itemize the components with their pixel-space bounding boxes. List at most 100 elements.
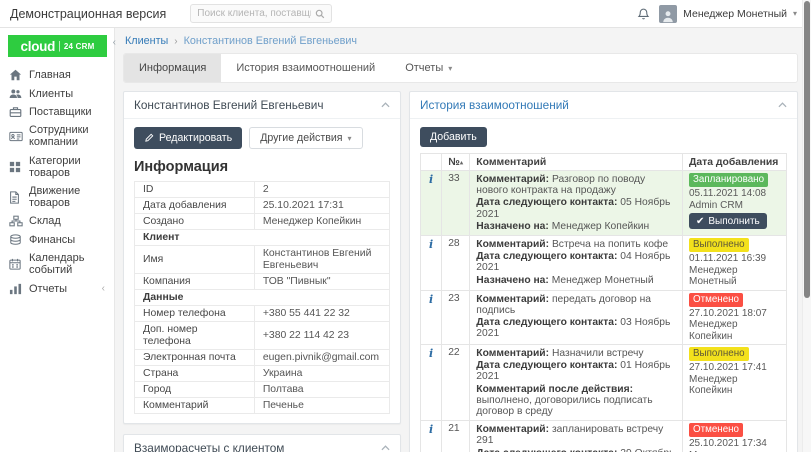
info-value: 25.10.2021 17:31 [254,198,389,214]
history-comment-cell: Комментарий: передать договор на подпись… [470,290,683,345]
notifications-bell-icon[interactable] [637,7,650,21]
info-icon[interactable]: i [427,173,435,186]
app-logo[interactable]: cloud|24 CRM [8,35,107,57]
add-history-button[interactable]: Добавить [420,127,487,147]
sidebar-item-2[interactable]: Клиенты [0,84,114,102]
info-row: Дата добавления25.10.2021 17:31 [135,198,390,214]
info-section-row: Данные [135,290,390,306]
status-author: Менеджер Монетный [689,265,780,288]
sidebar-item-label: Сотрудники компании [29,124,105,148]
sidebar-item-label: Склад [29,215,61,227]
breadcrumb-link[interactable]: Клиенты [125,35,168,47]
column-number[interactable]: №▴ [442,154,470,171]
client-panel: Константинов Евгений Евгеньевич Редактир [123,91,401,424]
history-row-number: 21 [442,421,470,452]
sidebar-item-10[interactable]: Отчеты ‹ [0,279,114,297]
info-icon[interactable]: i [427,347,435,360]
status-badge: Отменено [689,423,743,437]
more-actions-button[interactable]: Другие действия ▾ [249,127,362,149]
file-icon [9,191,22,204]
collapse-panel-icon[interactable] [381,102,390,108]
history-status-cell: Выполнено01.11.2021 16:39Менеджер Монетн… [683,236,787,291]
info-row: Номер телефона+380 55 441 22 32 [135,306,390,322]
history-row: i21Комментарий: запланировать встречу 29… [421,421,787,452]
calendar-icon [9,258,22,270]
page-scrollbar[interactable] [802,0,811,452]
sidebar-collapse-icon[interactable]: ‹ [113,37,116,48]
info-label: Комментарий [135,398,255,414]
sidebar-item-1[interactable]: Главная [0,66,114,84]
history-status-cell: Запланировано05.11.2021 14:08Admin CRM✔В… [683,171,787,236]
edit-pencil-icon [144,133,154,143]
info-row: ИмяКонстантинов Евгений Евгеньевич [135,246,390,274]
status-date: 25.10.2021 17:34 [689,438,780,450]
history-comment-cell: Комментарий: Назначили встречуДата следу… [470,345,683,421]
info-label: Дата добавления [135,198,255,214]
tab-3[interactable]: Отчеты▾ [390,54,467,82]
info-label: Создано [135,214,255,230]
history-row: i22Комментарий: Назначили встречуДата сл… [421,345,787,421]
info-row: КомпанияТОВ "Пивнык" [135,274,390,290]
info-value: +380 22 114 42 23 [254,322,389,350]
status-date: 27.10.2021 17:41 [689,362,780,374]
sidebar-item-4[interactable]: Сотрудники компании [0,121,114,151]
client-info-table: ID2Дата добавления25.10.2021 17:31Создан… [134,181,390,414]
sidebar-item-label: Финансы [29,234,75,246]
info-section-title: Информация [134,159,390,175]
sidebar-item-label: Поставщики [29,106,92,118]
global-search-input[interactable] [197,8,311,19]
sidebar-item-3[interactable]: Поставщики [0,103,114,121]
sidebar-item-9[interactable]: Календарь событий [0,249,114,279]
topbar: Демонстрационная версия Менеджер Монетны… [0,0,811,28]
sidebar-item-label: Отчеты [29,283,67,295]
history-panel-title: История взаимоотношений [420,98,569,112]
sidebar-item-label: Главная [29,69,71,81]
chevron-left-icon: ‹ [102,283,105,294]
settlements-panel-title: Взаиморасчеты с клиентом [134,441,284,452]
collapse-panel-icon[interactable] [381,445,390,451]
status-date: 05.11.2021 14:08 [689,188,780,200]
grid-icon [9,161,22,173]
global-search[interactable] [190,4,332,23]
check-icon: ✔ [696,216,704,227]
scrollbar-thumb[interactable] [804,1,810,298]
chevron-down-icon: ▾ [448,64,452,73]
history-row-number: 28 [442,236,470,291]
history-panel: История взаимоотношений Добавить [409,91,798,452]
user-menu[interactable]: Менеджер Монетный ▾ [659,5,797,23]
settlements-panel: Взаиморасчеты с клиентом Добавить ▼ [123,434,401,452]
info-icon[interactable]: i [427,293,435,306]
tab-1[interactable]: Информация [124,54,221,82]
id-card-icon [9,131,22,142]
status-badge: Отменено [689,293,743,307]
chart-icon [9,283,22,295]
complete-button[interactable]: ✔Выполнить [689,213,767,229]
sidebar-item-5[interactable]: Категории товаров [0,152,114,182]
collapse-panel-icon[interactable] [778,102,787,108]
info-icon[interactable]: i [427,238,435,251]
info-value: ТОВ "Пивнык" [254,274,389,290]
user-avatar [659,5,677,23]
search-icon [315,9,325,19]
sidebar-item-6[interactable]: Движение товаров [0,182,114,212]
info-row: СозданоМенеджер Копейкин [135,214,390,230]
info-row: Данные [135,290,390,306]
edit-button[interactable]: Редактировать [134,127,242,149]
history-table: №▴ Комментарий Дата добавления i33Коммен… [420,153,787,452]
history-row: i33Комментарий: Разговор по поводу новог… [421,171,787,236]
sidebar-menu: Главная Клиенты Поставщики Сотрудники компа… [0,66,114,298]
info-row: Клиент [135,230,390,246]
sidebar-item-8[interactable]: Финансы [0,231,114,249]
history-status-cell: Выполнено27.10.2021 17:41Менеджер Копейк… [683,345,787,421]
info-label: Страна [135,366,255,382]
info-value: Украина [254,366,389,382]
client-panel-title: Константинов Евгений Евгеньевич [134,98,323,112]
info-row: СтранаУкраина [135,366,390,382]
sidebar-item-7[interactable]: Склад [0,212,114,230]
sidebar-item-label: Движение товаров [29,185,105,209]
info-icon[interactable]: i [427,423,435,436]
info-row: ID2 [135,182,390,198]
coins-icon [9,234,22,246]
info-value: Константинов Евгений Евгеньевич [254,246,389,274]
tab-2[interactable]: История взаимоотношений [221,54,390,82]
